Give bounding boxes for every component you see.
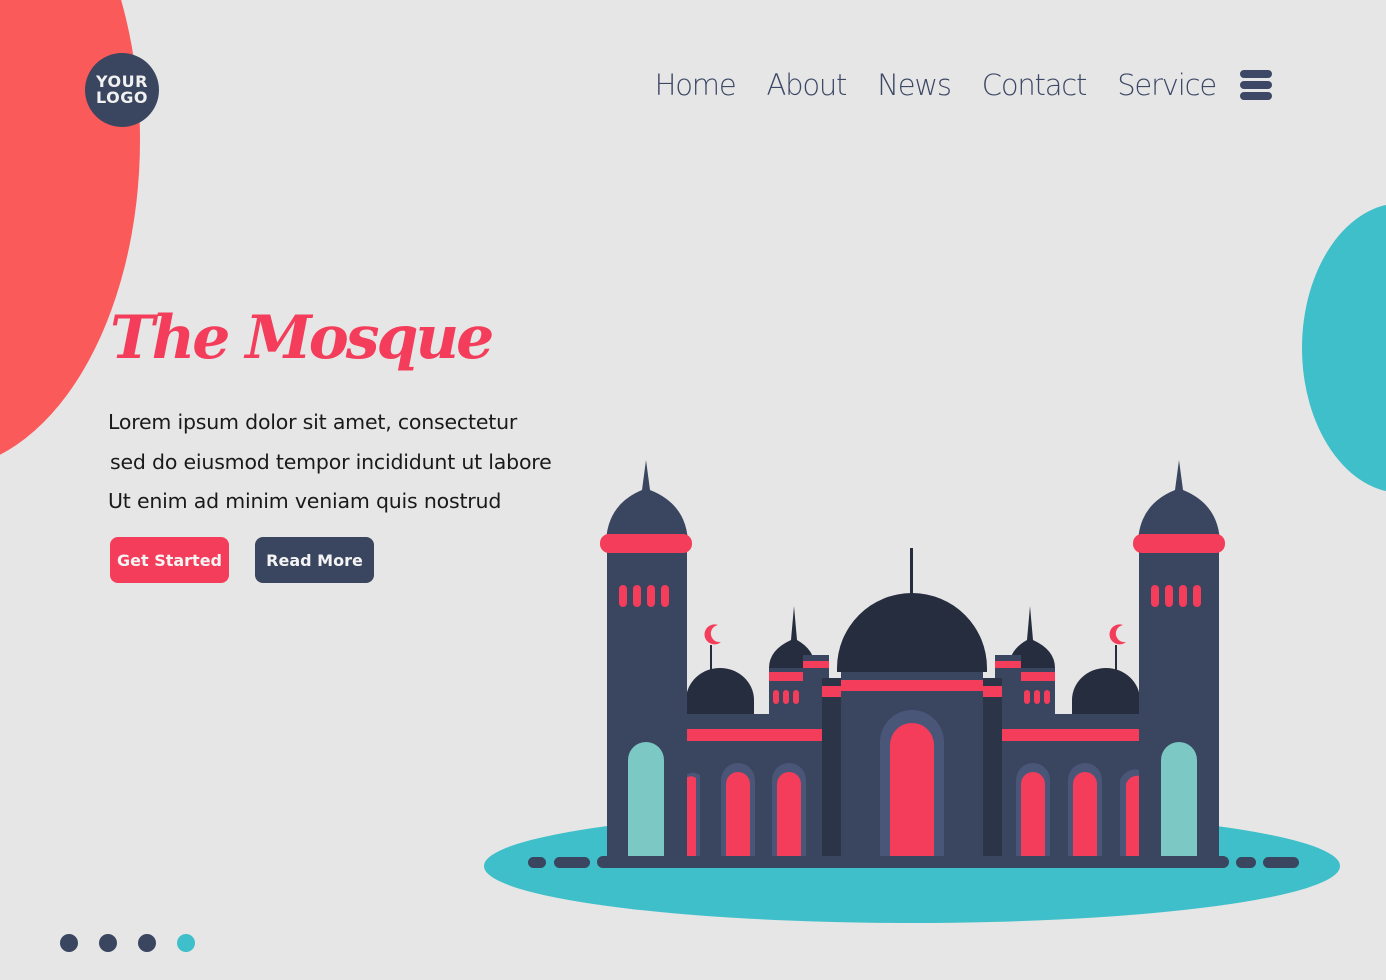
menu-bar [1240,92,1272,100]
nav-about[interactable]: About [766,68,847,102]
nav-contact[interactable]: Contact [982,68,1088,102]
menu-bar [1240,81,1272,89]
main-dome [837,514,987,672]
base-line [528,856,1299,868]
minaret-left [600,424,692,860]
read-more-button[interactable]: Read More [255,537,374,583]
nav-service[interactable]: Service [1117,68,1217,102]
side-dome-right [1072,624,1140,714]
logo-line-2: LOGO [96,88,148,107]
carousel-dot-3[interactable] [138,934,156,952]
wing-arches-right [1016,763,1140,860]
get-started-button[interactable]: Get Started [110,537,229,583]
hero-title: The Mosque [110,303,494,373]
minaret-right [1133,424,1225,860]
carousel-indicators [60,934,195,952]
nav-home[interactable]: Home [655,68,737,102]
hamburger-menu-icon[interactable] [1240,70,1272,100]
turret-right [995,606,1055,715]
central-block [822,672,1002,860]
main-nav: Home About News Contact Service [655,68,1272,102]
logo[interactable]: YOUR LOGO [85,53,159,127]
menu-bar [1240,70,1272,78]
nav-news[interactable]: News [877,68,952,102]
side-dome-left [686,624,754,714]
mosque-illustration [484,424,1340,923]
carousel-dot-2[interactable] [99,934,117,952]
carousel-dot-1[interactable] [60,934,78,952]
turret-left [769,606,829,715]
carousel-dot-4-active[interactable] [177,934,195,952]
